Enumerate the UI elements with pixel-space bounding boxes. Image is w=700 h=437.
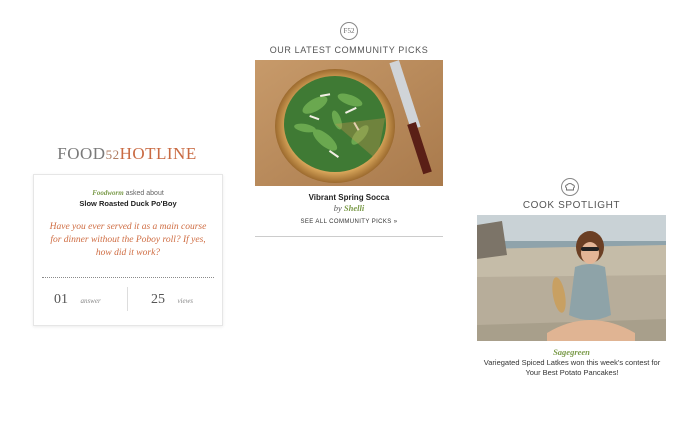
cook-spotlight-heading: COOK SPOTLIGHT [522,200,621,211]
spotlight-image [477,215,666,341]
asker-line: Foodworm asked about [34,189,222,197]
views-stat: 25 views [151,290,193,308]
answers-count: 01 [54,292,68,307]
hotline-logo-number: 52 [105,147,120,162]
pick-author[interactable]: Shelli [344,203,364,213]
question-text[interactable]: Have you ever served it as a main course… [46,221,210,260]
by-label: by [333,203,342,213]
pick-title[interactable]: Vibrant Spring Socca [255,193,443,202]
spotlight-username[interactable]: Sagegreen [477,347,666,357]
views-count: 25 [151,292,165,307]
dotted-divider [42,277,214,278]
community-picks-heading: OUR LATEST COMMUNITY PICKS [269,45,429,55]
stat-divider [127,287,128,311]
answers-label: answer [80,297,101,305]
hotline-question-card[interactable]: Foodworm asked about Slow Roasted Duck P… [33,174,223,326]
socca-image [255,60,443,186]
food52-badge-icon: F52 [340,22,358,40]
community-pick-photo[interactable] [255,60,443,186]
pick-byline: by Shelli [255,203,443,213]
cook-spotlight-photo[interactable] [477,215,666,341]
views-label: views [177,297,194,305]
hotline-logo-hotline: HOTLINE [119,144,197,163]
chef-hat-icon [561,178,579,196]
see-all-community-picks-link[interactable]: SEE ALL COMMUNITY PICKS » [255,219,443,225]
section-rule [255,236,443,237]
spotlight-description: Variegated Spiced Latkes won this week's… [483,358,661,377]
hotline-logo[interactable]: FOOD52HOTLINE [32,144,222,164]
asker-text: asked about [123,190,164,197]
hotline-logo-food: FOOD [57,144,106,163]
question-recipe-title[interactable]: Slow Roasted Duck Po'Boy [34,199,222,208]
answers-stat[interactable]: 01 answer [54,290,101,308]
asker-username[interactable]: Foodworm [92,189,124,197]
